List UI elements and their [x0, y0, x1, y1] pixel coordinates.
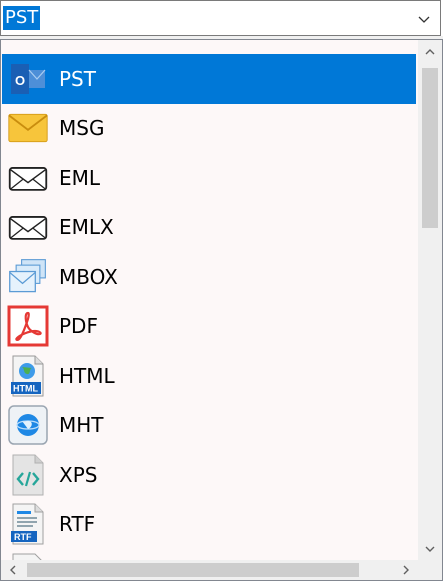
html-file-icon: HTML: [7, 355, 49, 397]
format-combobox[interactable]: PST: [0, 0, 441, 36]
scroll-down-arrow-icon[interactable]: [418, 537, 442, 561]
scroll-right-arrow-icon[interactable]: [394, 560, 418, 580]
scroll-left-arrow-icon[interactable]: [1, 560, 25, 580]
scroll-up-arrow-icon[interactable]: [418, 40, 442, 64]
envelope-yellow-icon: [7, 107, 49, 149]
list-item-html[interactable]: HTML HTML: [2, 351, 416, 401]
list-item-msg[interactable]: MSG: [2, 104, 416, 154]
scrollbar-corner: [418, 560, 442, 580]
list-item-label: EML: [59, 165, 101, 190]
svg-text:HTML: HTML: [13, 383, 38, 393]
list-item-pdf[interactable]: PDF: [2, 302, 416, 352]
list-item-label: XPS: [59, 462, 98, 487]
list-item-label: PDF: [59, 314, 98, 339]
globe-web-icon: [7, 404, 49, 446]
list-item-pst[interactable]: O PST: [2, 54, 416, 104]
list-item-label: MBOX: [59, 264, 118, 289]
envelope-stack-icon: [7, 256, 49, 298]
list-item-label: MSG: [59, 116, 105, 141]
outlook-pst-icon: O: [7, 58, 49, 100]
list-item-emlx[interactable]: EMLX: [2, 203, 416, 253]
pdf-icon: [7, 305, 49, 347]
list-item-rtf[interactable]: RTF RTF: [2, 500, 416, 550]
list-item-mht[interactable]: MHT: [2, 401, 416, 451]
envelope-outline-icon: [7, 206, 49, 248]
list-item-xps[interactable]: XPS: [2, 450, 416, 500]
chevron-down-icon[interactable]: [416, 11, 432, 27]
list-item-label: HTML: [59, 363, 115, 388]
envelope-outline-icon: [7, 157, 49, 199]
horizontal-scrollbar[interactable]: [1, 560, 418, 580]
list-item-label: MHT: [59, 413, 104, 438]
svg-text:RTF: RTF: [14, 532, 32, 542]
xps-file-icon: [7, 454, 49, 496]
list-item-label: EMLX: [59, 215, 114, 240]
horizontal-scroll-thumb[interactable]: [27, 563, 359, 577]
list-item-label: PST: [59, 66, 96, 91]
list-item-mbox[interactable]: MBOX: [2, 252, 416, 302]
rtf-file-icon: RTF: [7, 503, 49, 545]
list-item-label: RTF: [59, 512, 96, 537]
vertical-scroll-thumb[interactable]: [422, 68, 438, 228]
svg-text:O: O: [15, 73, 25, 88]
vertical-scrollbar[interactable]: [418, 40, 442, 561]
format-dropdown-list[interactable]: O PST MSG EML EMLX MBOX PDF HTML HTML MH…: [0, 39, 443, 581]
combo-selected-value: PST: [3, 6, 41, 30]
list-item-eml[interactable]: EML: [2, 153, 416, 203]
